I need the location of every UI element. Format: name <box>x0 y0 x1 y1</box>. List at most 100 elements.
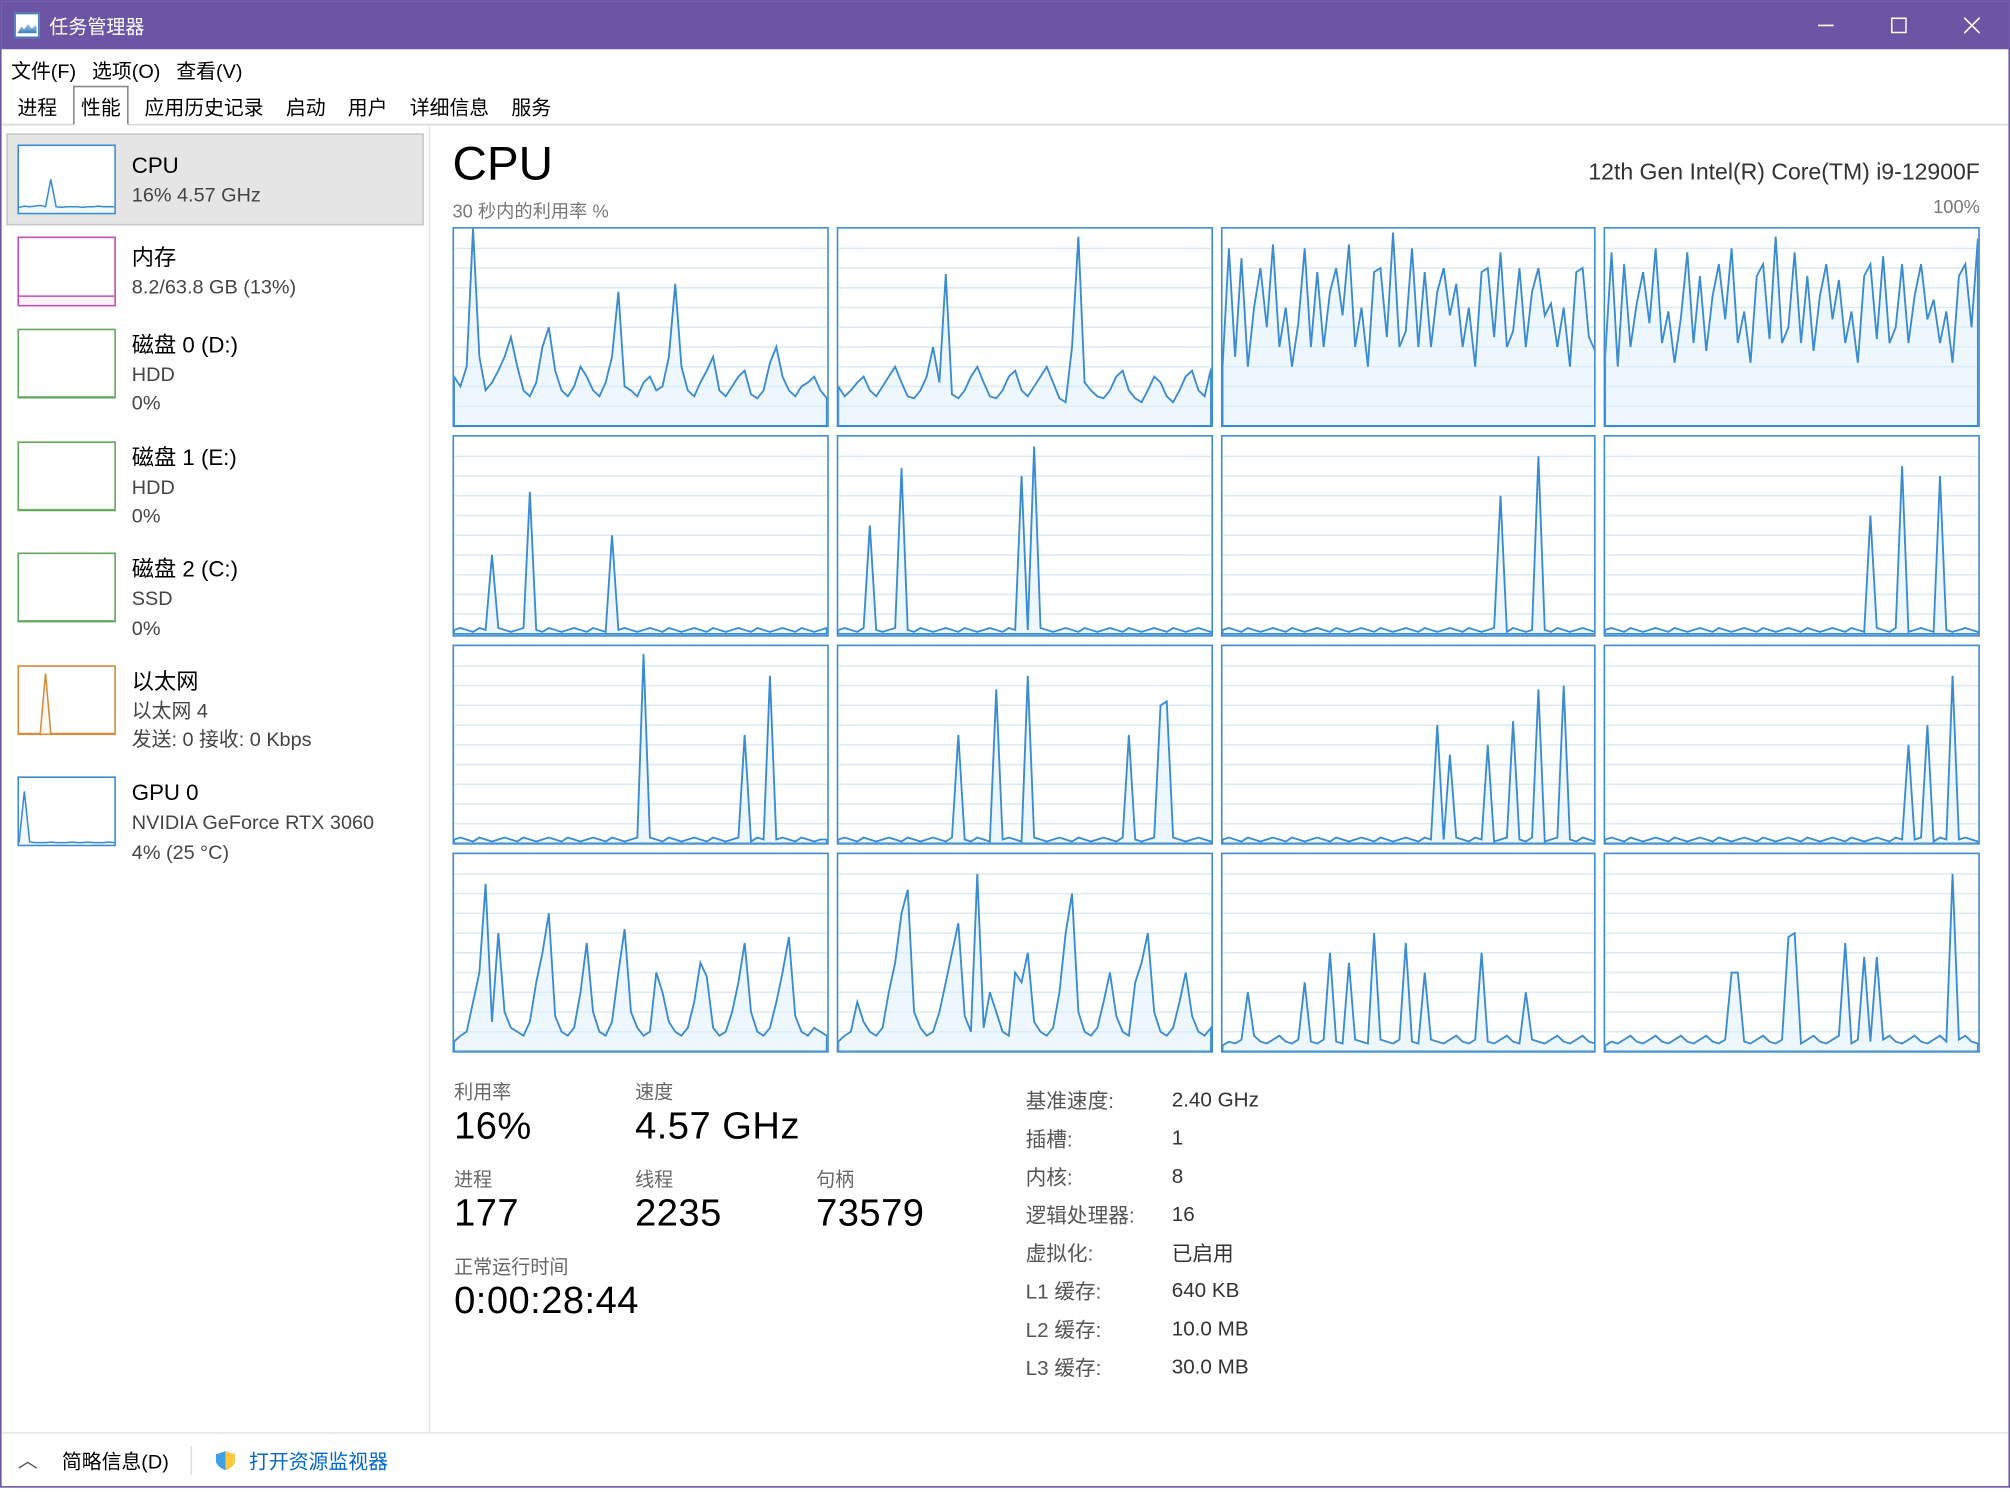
spec-key: 插槽: <box>1026 1119 1169 1154</box>
separator <box>191 1446 193 1475</box>
spec-key: 内核: <box>1026 1157 1169 1192</box>
spec-val: 8 <box>1172 1157 1275 1192</box>
core-chart-10 <box>1220 644 1596 844</box>
chevron-up-icon[interactable]: 〈 <box>13 1449 43 1471</box>
menubar: 文件(F) 选项(O) 查看(V) <box>2 49 2009 87</box>
menu-options[interactable]: 选项(O) <box>92 53 160 83</box>
page-title: CPU <box>452 138 553 192</box>
titlebar[interactable]: 任务管理器 <box>2 2 2009 50</box>
stat-label: 利用率 <box>454 1078 597 1105</box>
sidebar-item-sub2: 0% <box>132 502 237 531</box>
sidebar-item-sub2: 4% (25 °C) <box>132 838 374 867</box>
stats-right: 基准速度:2.40 GHz插槽:1内核:8逻辑处理器:16虚拟化:已启用L1 缓… <box>1022 1078 1277 1386</box>
sidebar-item-sub: 以太网 4 <box>132 697 312 726</box>
sidebar-item-gpu-6[interactable]: GPU 0NVIDIA GeForce RTX 30604% (25 °C) <box>6 766 424 878</box>
sidebar-item-title: CPU <box>132 149 261 181</box>
tab-0[interactable]: 进程 <box>11 87 63 124</box>
stats-left: 利用率16%速度4.57 GHz 进程177线程2235句柄73579 正常运行… <box>452 1078 958 1324</box>
sidebar-item-title: 以太网 <box>132 665 312 697</box>
tab-1[interactable]: 性能 <box>73 86 129 126</box>
sidebar-item-sub: 8.2/63.8 GB (13%) <box>132 273 296 302</box>
stat-value: 16% <box>454 1105 597 1149</box>
task-manager-window: 任务管理器 文件(F) 选项(O) 查看(V) 进程性能应用历史记录启动用户详细… <box>0 0 2010 1488</box>
core-chart-3 <box>1604 227 1980 427</box>
tab-5[interactable]: 详细信息 <box>403 87 495 124</box>
core-chart-6 <box>1220 435 1596 635</box>
sidebar-item-mem-1[interactable]: 内存8.2/63.8 GB (13%) <box>6 225 424 317</box>
menu-view[interactable]: 查看(V) <box>176 53 242 83</box>
core-chart-8 <box>452 644 828 844</box>
stat-value: 73579 <box>816 1192 959 1236</box>
core-chart-2 <box>1220 227 1596 427</box>
sidebar-item-title: 内存 <box>132 241 296 273</box>
sidebar-item-sub2: 0% <box>132 390 238 419</box>
menu-file[interactable]: 文件(F) <box>11 53 76 83</box>
spec-val: 640 KB <box>1172 1272 1275 1307</box>
sidebar-item-sub: HDD <box>132 473 237 502</box>
spec-key: 虚拟化: <box>1026 1234 1169 1269</box>
tab-3[interactable]: 启动 <box>280 87 332 124</box>
sidebar-item-sub: NVIDIA GeForce RTX 3060 <box>132 809 374 838</box>
stat-label: 句柄 <box>816 1165 959 1192</box>
sidebar-item-title: GPU 0 <box>132 777 374 809</box>
spec-key: L1 缓存: <box>1026 1272 1169 1307</box>
sidebar-item-title: 磁盘 2 (C:) <box>132 553 238 585</box>
stat-value: 4.57 GHz <box>635 1105 800 1149</box>
close-button[interactable] <box>1935 2 2008 50</box>
main-panel: CPU 12th Gen Intel(R) Core(TM) i9-12900F… <box>430 125 2008 1432</box>
stat-value: 2235 <box>635 1192 778 1236</box>
core-chart-1 <box>836 227 1212 427</box>
sidebar-item-title: 磁盘 1 (E:) <box>132 441 237 473</box>
sidebar-item-diskg-3[interactable]: 磁盘 1 (E:)HDD0% <box>6 430 424 542</box>
spec-key: 逻辑处理器: <box>1026 1196 1169 1231</box>
stat-label: 线程 <box>635 1165 778 1192</box>
brief-info-link[interactable]: 简略信息(D) <box>62 1445 169 1475</box>
sidebar[interactable]: CPU16% 4.57 GHz内存8.2/63.8 GB (13%)磁盘 0 (… <box>2 125 431 1432</box>
core-chart-7 <box>1604 435 1980 635</box>
stat-label: 速度 <box>635 1078 800 1105</box>
tabbar: 进程性能应用历史记录启动用户详细信息服务 <box>2 87 2009 125</box>
shield-icon <box>215 1450 237 1472</box>
core-chart-0 <box>452 227 828 427</box>
spec-val: 30.0 MB <box>1172 1348 1275 1383</box>
stat-label: 进程 <box>454 1165 597 1192</box>
sidebar-item-diskg-2[interactable]: 磁盘 0 (D:)HDD0% <box>6 318 424 430</box>
axis-right: 100% <box>1933 198 1980 223</box>
tab-4[interactable]: 用户 <box>341 87 393 124</box>
core-chart-14 <box>1220 852 1596 1052</box>
spec-val: 16 <box>1172 1196 1275 1231</box>
spec-val: 2.40 GHz <box>1172 1081 1275 1116</box>
sidebar-item-sub: 16% 4.57 GHz <box>132 181 261 210</box>
cpu-model: 12th Gen Intel(R) Core(TM) i9-12900F <box>1588 160 1980 185</box>
sidebar-item-cpu-0[interactable]: CPU16% 4.57 GHz <box>6 133 424 225</box>
sidebar-item-sub: SSD <box>132 585 238 614</box>
tab-2[interactable]: 应用历史记录 <box>138 87 270 124</box>
sidebar-item-title: 磁盘 0 (D:) <box>132 329 238 361</box>
window-title: 任务管理器 <box>49 12 144 39</box>
spec-val: 10.0 MB <box>1172 1310 1275 1345</box>
footer: 〈 简略信息(D) 打开资源监视器 <box>2 1432 2009 1486</box>
sidebar-item-sub2: 0% <box>132 614 238 643</box>
open-resmon-link[interactable]: 打开资源监视器 <box>215 1445 388 1475</box>
minimize-button[interactable] <box>1789 2 1862 50</box>
spec-key: 基准速度: <box>1026 1081 1169 1116</box>
sidebar-item-diskg-4[interactable]: 磁盘 2 (C:)SSD0% <box>6 542 424 654</box>
axis-left: 30 秒内的利用率 % <box>452 198 608 223</box>
sidebar-item-sub2: 发送: 0 接收: 0 Kbps <box>132 726 312 755</box>
sidebar-item-sub: HDD <box>132 361 238 390</box>
uptime-value: 0:00:28:44 <box>454 1280 959 1324</box>
app-icon <box>14 13 39 38</box>
core-chart-13 <box>836 852 1212 1052</box>
core-chart-11 <box>1604 644 1980 844</box>
tab-6[interactable]: 服务 <box>505 87 557 124</box>
core-chart-9 <box>836 644 1212 844</box>
core-chart-5 <box>836 435 1212 635</box>
core-grid <box>452 227 1979 1053</box>
maximize-button[interactable] <box>1862 2 1935 50</box>
core-chart-4 <box>452 435 828 635</box>
spec-key: L2 缓存: <box>1026 1310 1169 1345</box>
sidebar-item-eth-5[interactable]: 以太网以太网 4发送: 0 接收: 0 Kbps <box>6 654 424 766</box>
uptime-label: 正常运行时间 <box>454 1253 959 1280</box>
core-chart-12 <box>452 852 828 1052</box>
spec-val: 1 <box>1172 1119 1275 1154</box>
